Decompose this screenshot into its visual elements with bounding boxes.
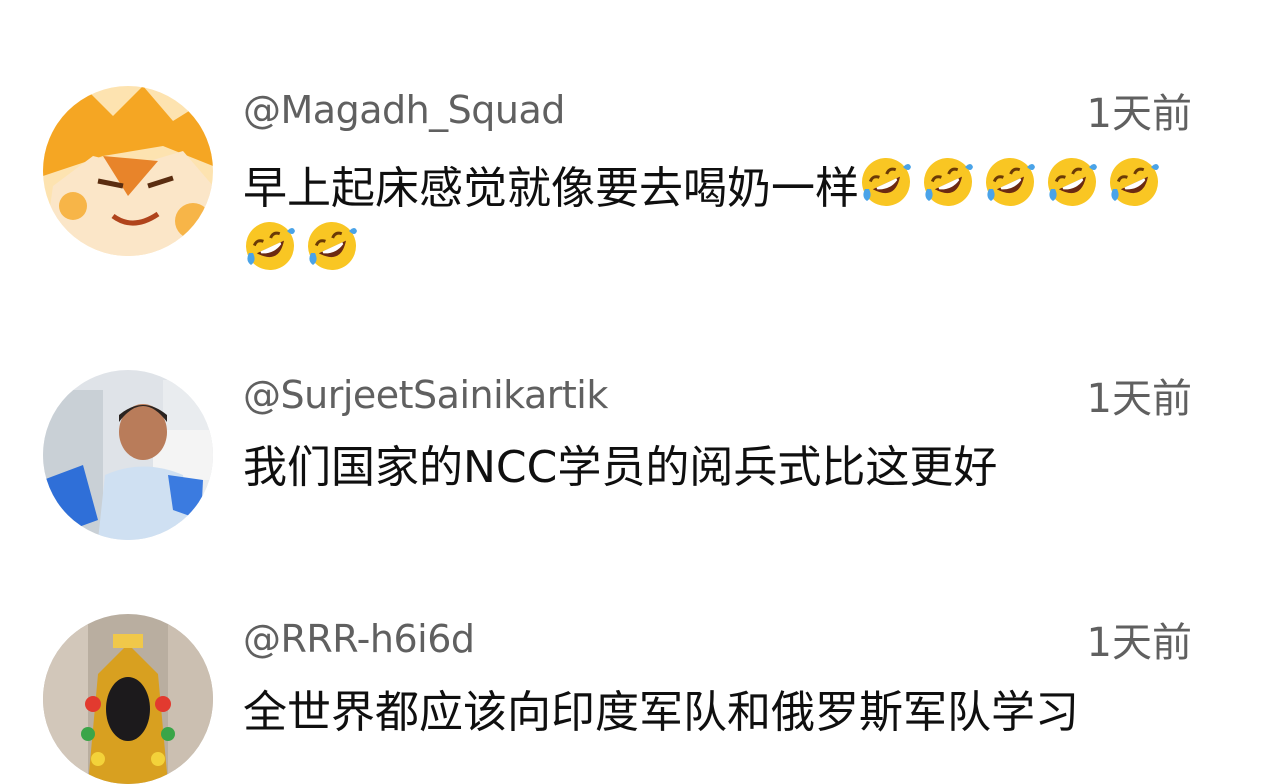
comment-text: 我们国家的NCC学员的阅兵式比这更好	[243, 442, 998, 493]
laughing-emoji-icon	[1107, 155, 1161, 209]
laughing-emoji-icon	[859, 155, 913, 209]
avatar[interactable]	[43, 614, 213, 784]
comment-timestamp: 1天前	[1086, 620, 1192, 666]
avatar[interactable]	[43, 370, 213, 540]
comment-timestamp: 1天前	[1086, 376, 1192, 422]
laughing-emoji-icon	[243, 219, 297, 273]
laughing-emoji-icon	[983, 155, 1037, 209]
laughing-emoji-icon	[921, 155, 975, 209]
comment-author[interactable]: @SurjeetSainikartik	[243, 372, 608, 418]
avatar[interactable]	[43, 86, 213, 256]
comment-author[interactable]: @RRR-h6i6d	[243, 616, 475, 662]
comment-timestamp: 1天前	[1086, 91, 1192, 137]
comment-author[interactable]: @Magadh_Squad	[243, 87, 565, 133]
comment-text: 早上起床感觉就像要去喝奶一样	[243, 155, 1203, 283]
comment-text: 全世界都应该向印度军队和俄罗斯军队学习	[243, 687, 1079, 738]
comment-text-body: 早上起床感觉就像要去喝奶一样	[243, 163, 859, 214]
laughing-emoji-icon	[305, 219, 359, 273]
laughing-emoji-icon	[1045, 155, 1099, 209]
